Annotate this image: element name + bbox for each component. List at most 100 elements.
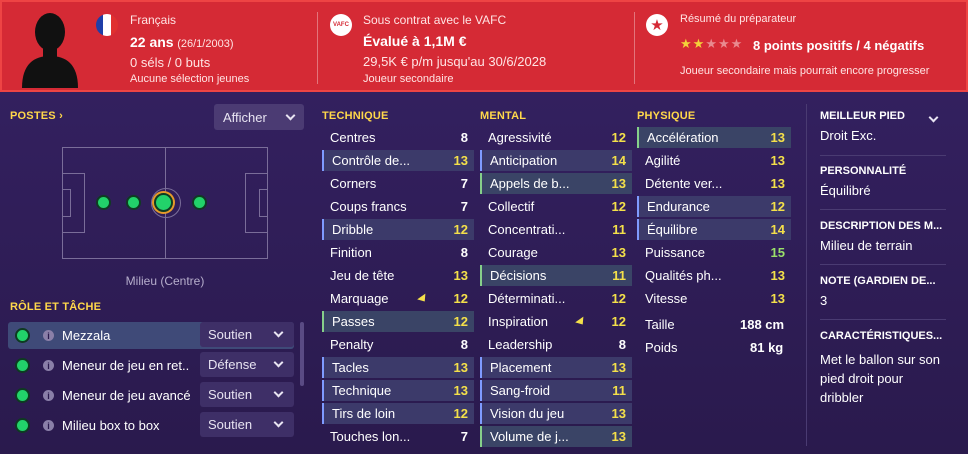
attribute-name: Décisions (490, 268, 547, 283)
attribute-row[interactable]: Agilité 13 (637, 150, 791, 171)
attribute-name: Penalty (330, 337, 374, 352)
attribute-row[interactable]: Vitesse 13 (637, 288, 791, 309)
attribute-row[interactable]: Dribble 12 (322, 219, 474, 240)
attribute-name: Technique (332, 383, 392, 398)
trend-up-icon (575, 316, 587, 328)
media-description-title: DESCRIPTION DES M... (820, 220, 943, 232)
attribute-value: 11 (612, 268, 626, 283)
player-silhouette-icon (22, 13, 78, 88)
attribute-row[interactable]: Accélération 13 (637, 127, 791, 148)
duty-dropdown[interactable]: Soutien (200, 382, 294, 407)
attribute-row[interactable]: Tacles 13 (322, 357, 474, 378)
attribute-row[interactable]: Placement 13 (480, 357, 632, 378)
position-dot (192, 195, 207, 210)
attribute-value: 13 (611, 176, 626, 191)
attribute-row[interactable]: Sang-froid 11 (480, 380, 632, 401)
attribute-value: 8 (460, 337, 468, 352)
role-row[interactable]: i Meneur de jeu avancé Soutien (8, 382, 294, 409)
attribute-name: Tacles (332, 360, 369, 375)
attribute-row[interactable]: Centres 8 (322, 127, 474, 148)
attribute-value: 14 (770, 222, 785, 237)
attribute-row[interactable]: Touches lon... 7 (322, 426, 474, 447)
attribute-name: Volume de j... (490, 429, 569, 444)
attribute-row[interactable]: Volume de j... 13 (480, 426, 632, 447)
attribute-value: 13 (453, 360, 468, 375)
attribute-row[interactable]: Détente ver... 13 (637, 173, 791, 194)
club-badge-icon: VAFC (330, 14, 352, 36)
attribute-row[interactable]: Collectif 12 (480, 196, 632, 217)
attribute-name: Déterminati... (488, 291, 566, 306)
duty-dropdown[interactable]: Soutien (200, 412, 294, 437)
gk-rating-value: 3 (820, 293, 828, 308)
star-empty-icon: ★ (705, 36, 717, 51)
attribute-row[interactable]: Passes 12 (322, 311, 474, 332)
attribute-value: 13 (770, 130, 785, 145)
chevron-right-icon: › (59, 110, 63, 122)
attribute-row[interactable]: Concentrati... 11 (480, 219, 632, 240)
duty-dropdown[interactable]: Soutien (200, 322, 294, 347)
attribute-row[interactable]: Anticipation 14 (480, 150, 632, 171)
attribute-value: 12 (611, 130, 626, 145)
gk-rating-title: NOTE (GARDIEN DE... (820, 275, 936, 287)
info-icon[interactable]: i (43, 420, 54, 431)
attribute-value: 12 (611, 314, 626, 329)
pitch-diagram (62, 147, 268, 259)
best-foot-value: Droit Exc. (820, 128, 877, 143)
attribute-value: 12 (611, 291, 626, 306)
attribute-row[interactable]: Contrôle de... 13 (322, 150, 474, 171)
attribute-row[interactable]: Penalty 8 (322, 334, 474, 355)
contract: Sous contrat avec le VAFC (363, 13, 507, 27)
squad-status: Joueur secondaire (363, 73, 454, 85)
attribute-value: 7 (460, 199, 468, 214)
attribute-row[interactable]: Tirs de loin 12 (322, 403, 474, 424)
info-icon[interactable]: i (43, 330, 54, 341)
attribute-name: Placement (490, 360, 552, 375)
attribute-row[interactable]: Équilibre 14 (637, 219, 791, 240)
show-dropdown[interactable]: Afficher (214, 104, 304, 130)
chevron-down-icon (273, 357, 284, 368)
attribute-row[interactable]: Corners 7 (322, 173, 474, 194)
info-icon[interactable]: i (43, 360, 54, 371)
attribute-name: Agressivité (488, 130, 552, 145)
attribute-name: Corners (330, 176, 377, 191)
attribute-row[interactable]: Puissance 15 (637, 242, 791, 263)
attribute-name: Coups francs (330, 199, 407, 214)
attribute-row[interactable]: Marquage 12 (322, 288, 474, 309)
attribute-row[interactable]: Appels de b... 13 (480, 173, 632, 194)
positions-title[interactable]: POSTES › (10, 110, 63, 122)
personality-value: Équilibré (820, 183, 871, 198)
roles-scrollbar[interactable] (300, 322, 304, 386)
attribute-name: Jeu de tête (330, 268, 395, 283)
attribute-row[interactable]: Technique 13 (322, 380, 474, 401)
role-suitability-icon (15, 328, 30, 343)
attribute-value: 13 (453, 383, 468, 398)
attribute-value: 13 (770, 291, 785, 306)
info-icon[interactable]: i (43, 390, 54, 401)
physique-title: PHYSIQUE (637, 110, 696, 122)
trend-up-icon (417, 293, 429, 305)
star-filled-icon: ★ (680, 36, 692, 51)
attribute-row[interactable]: Décisions 11 (480, 265, 632, 286)
attribute-value: 12 (611, 199, 626, 214)
role-row[interactable]: i Mezzala Soutien (8, 322, 294, 349)
attribute-row[interactable]: Déterminati... 12 (480, 288, 632, 309)
role-row[interactable]: i Meneur de jeu en ret... Défense (8, 352, 294, 379)
attribute-row[interactable]: Agressivité 12 (480, 127, 632, 148)
attribute-value: 11 (612, 222, 626, 237)
role-row[interactable]: i Milieu box to box Soutien (8, 412, 294, 439)
attribute-row[interactable]: Courage 13 (480, 242, 632, 263)
attribute-row[interactable]: Inspiration 12 (480, 311, 632, 332)
attribute-row[interactable]: Finition 8 (322, 242, 474, 263)
attribute-row[interactable]: Vision du jeu 13 (480, 403, 632, 424)
attribute-row[interactable]: Endurance 12 (637, 196, 791, 217)
attribute-row[interactable]: Coups francs 7 (322, 196, 474, 217)
chevron-down-icon (273, 417, 284, 428)
duty-dropdown[interactable]: Défense (200, 352, 294, 377)
attribute-value: 12 (453, 222, 468, 237)
attribute-row[interactable]: Jeu de tête 13 (322, 265, 474, 286)
attribute-row[interactable]: Qualités ph... 13 (637, 265, 791, 286)
attribute-row[interactable]: Leadership 8 (480, 334, 632, 355)
star-filled-icon: ★ (692, 36, 705, 51)
role-name: Meneur de jeu en ret... (62, 358, 190, 373)
weight-value: 81 kg (750, 340, 784, 355)
